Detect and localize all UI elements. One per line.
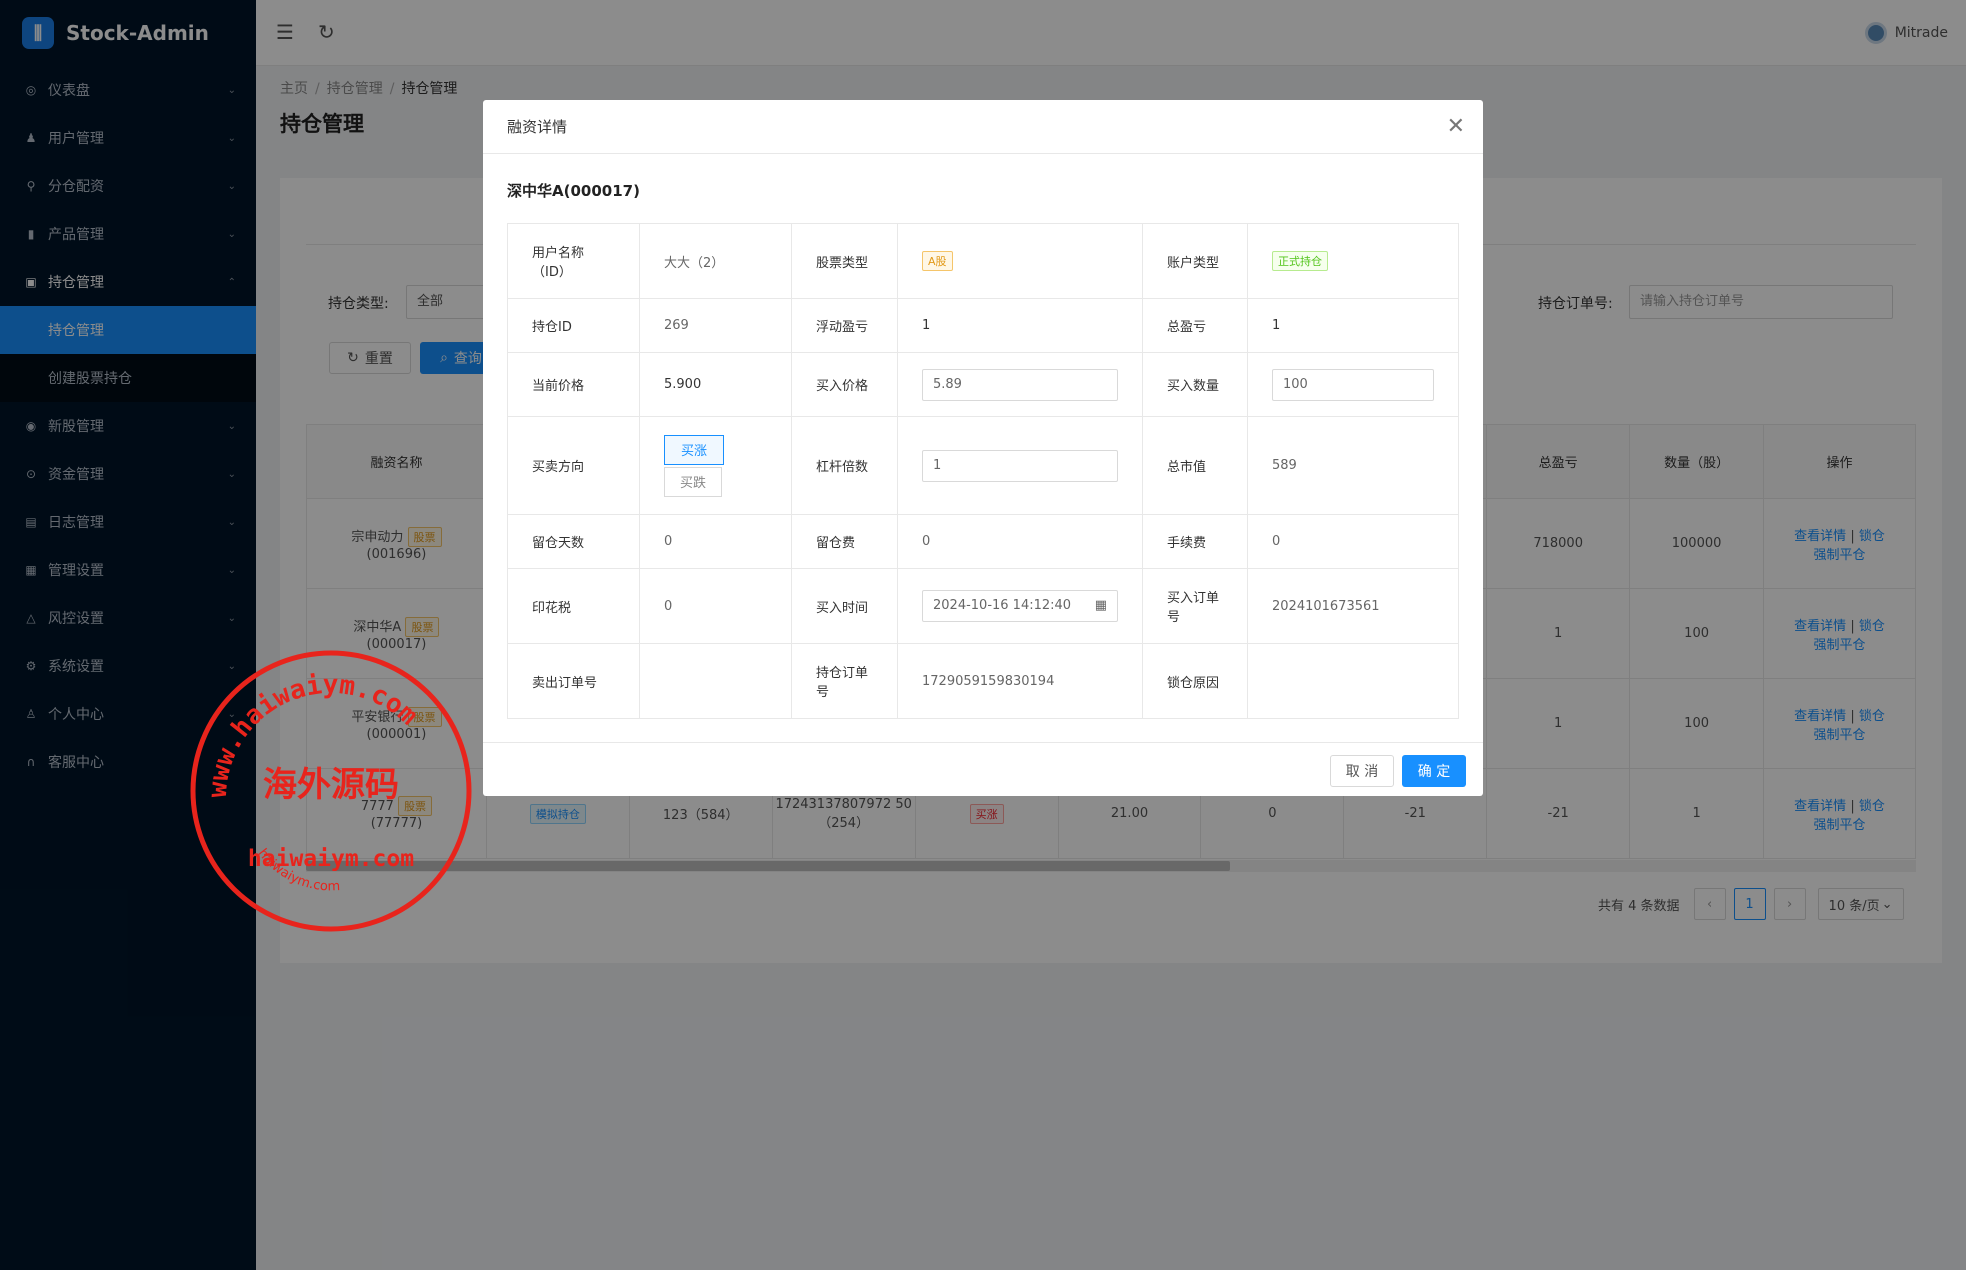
- label-stamp-tax: 印花税: [507, 568, 640, 644]
- watermark-stamp: www.haiwaiym.com 海外源码 haiwaiym.com haiwa…: [190, 650, 472, 932]
- value-stamp-tax: 0: [639, 568, 792, 644]
- label-float-pnl: 浮动盈亏: [791, 298, 898, 353]
- value-lock-reason: [1247, 643, 1459, 719]
- value-total-pnl: 1: [1247, 298, 1459, 353]
- label-leverage: 杠杆倍数: [791, 416, 898, 515]
- buy-price-input[interactable]: 5.89: [922, 368, 1118, 401]
- label-buy-price: 买入价格: [791, 352, 898, 417]
- label-user: 用户名称（ID）: [507, 223, 640, 299]
- buy-qty-input[interactable]: 100: [1272, 368, 1434, 401]
- buy-time-picker[interactable]: 2024-10-16 14:12:40 ▦: [922, 590, 1118, 622]
- buy-down-button[interactable]: 买跌: [664, 466, 722, 497]
- label-buy-time: 买入时间: [791, 568, 898, 644]
- value-position-order: 1729059159830194: [897, 643, 1143, 719]
- value-float-pnl: 1: [897, 298, 1143, 353]
- buy-time-value: 2024-10-16 14:12:40: [933, 598, 1072, 613]
- modal-title: 融资详情: [507, 118, 568, 136]
- value-hold-days: 0: [639, 514, 792, 569]
- close-icon[interactable]: ✕: [1447, 114, 1465, 139]
- stamp-cn: 海外源码: [263, 765, 399, 805]
- leverage-input[interactable]: 1: [922, 449, 1118, 482]
- value-buy-order: 2024101673561: [1247, 568, 1459, 644]
- stock-type-tag: A股: [922, 251, 953, 271]
- label-account-type: 账户类型: [1142, 223, 1248, 299]
- label-position-order: 持仓订单号: [791, 643, 898, 719]
- label-fee: 手续费: [1142, 514, 1248, 569]
- value-position-id: 269: [639, 298, 792, 353]
- account-type-tag: 正式持仓: [1272, 251, 1328, 271]
- label-position-id: 持仓ID: [507, 298, 640, 353]
- label-hold-days: 留仓天数: [507, 514, 640, 569]
- confirm-button[interactable]: 确 定: [1402, 755, 1466, 787]
- value-user: 大大（2）: [639, 223, 792, 299]
- value-sell-order: [639, 643, 792, 719]
- stock-title: 深中华A(000017): [507, 182, 640, 200]
- label-buy-qty: 买入数量: [1142, 352, 1248, 417]
- label-sell-order: 卖出订单号: [507, 643, 640, 719]
- label-current-price: 当前价格: [507, 352, 640, 417]
- calendar-icon: ▦: [1094, 598, 1107, 613]
- financing-detail-modal: 融资详情 ✕ 深中华A(000017) 用户名称（ID） 大大（2） 股票类型 …: [483, 100, 1483, 796]
- label-buy-order: 买入订单号: [1142, 568, 1248, 644]
- detail-table: 用户名称（ID） 大大（2） 股票类型 A股 账户类型 正式持仓 持仓ID 26…: [507, 223, 1459, 719]
- label-hold-fee: 留仓费: [791, 514, 898, 569]
- label-total-pnl: 总盈亏: [1142, 298, 1248, 353]
- label-stock-type: 股票类型: [791, 223, 898, 299]
- value-current-price: 5.900: [639, 352, 792, 417]
- buy-up-button[interactable]: 买涨: [664, 434, 724, 465]
- modal-header: 融资详情: [483, 100, 1483, 154]
- cancel-button[interactable]: 取 消: [1330, 755, 1394, 787]
- value-hold-fee: 0: [897, 514, 1143, 569]
- value-market-value: 589: [1247, 416, 1459, 515]
- label-direction: 买卖方向: [507, 416, 640, 515]
- modal-footer: 取 消 确 定: [483, 742, 1483, 796]
- value-fee: 0: [1247, 514, 1459, 569]
- label-market-value: 总市值: [1142, 416, 1248, 515]
- label-lock-reason: 锁仓原因: [1142, 643, 1248, 719]
